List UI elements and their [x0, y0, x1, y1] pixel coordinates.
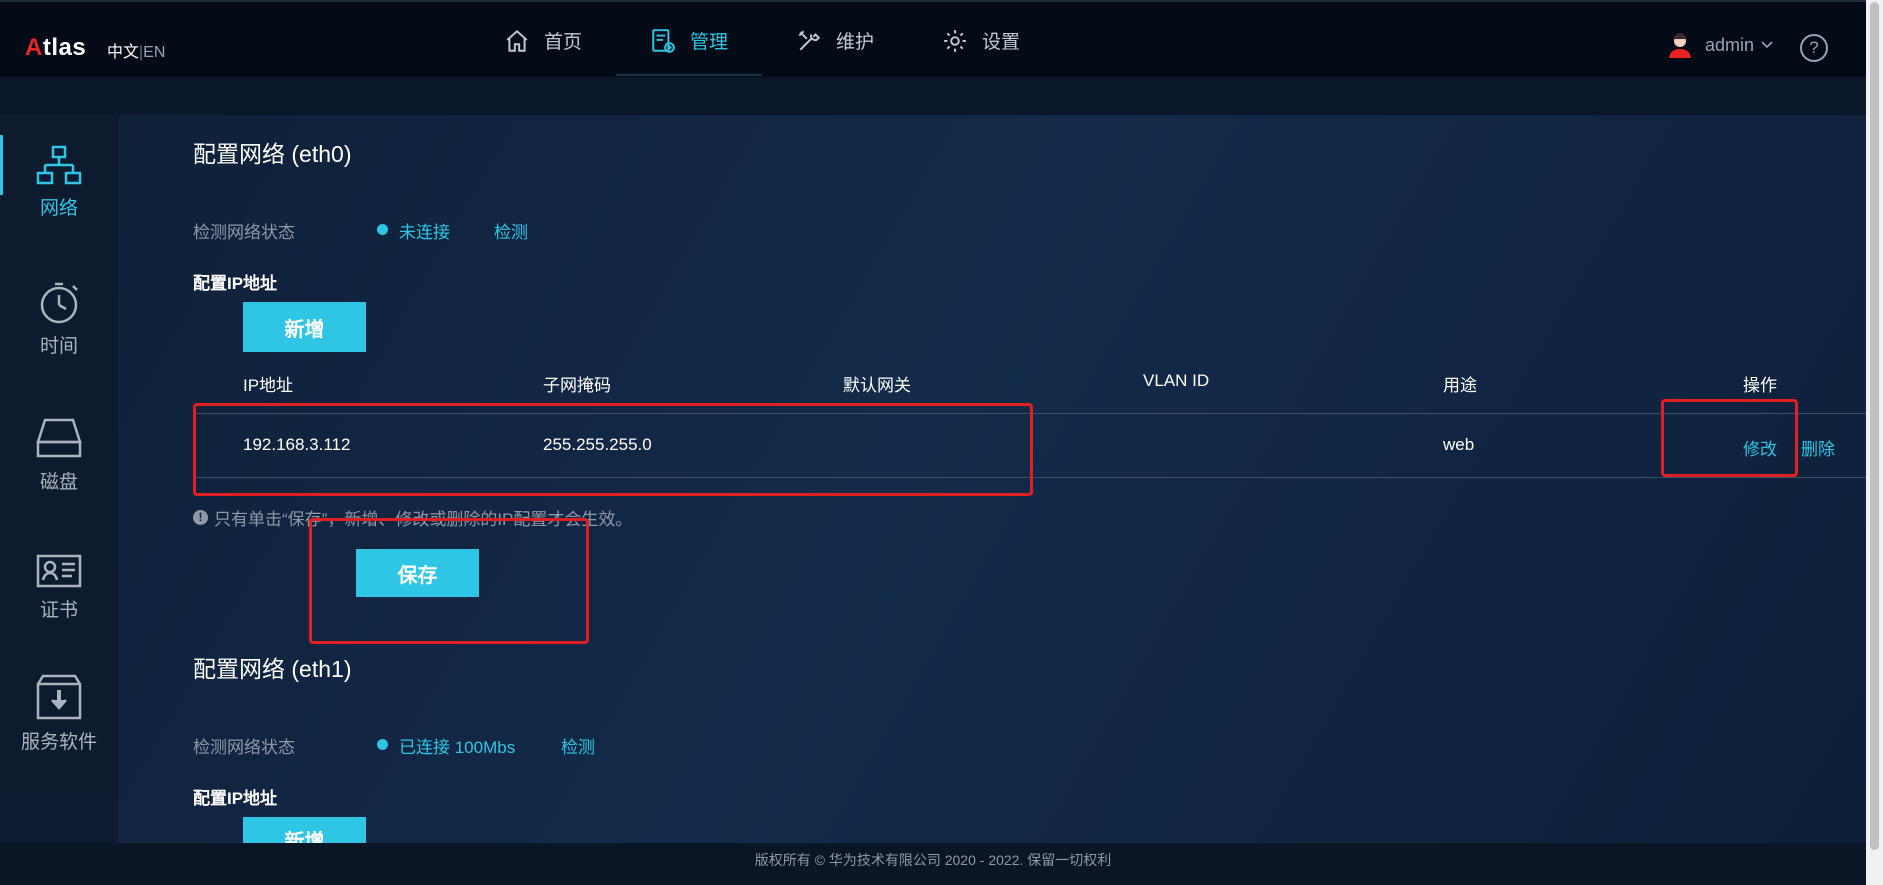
col-mask: 子网掩码: [543, 376, 611, 395]
col-gateway: 默认网关: [843, 376, 911, 395]
highlight-box-edit: [1661, 399, 1798, 477]
nav-manage[interactable]: 管理: [616, 2, 763, 79]
eth1-status-dot: [377, 739, 388, 750]
lang-en[interactable]: EN: [143, 44, 165, 61]
language-switch: 中文|EN: [107, 44, 166, 61]
footer: 版权所有 © 华为技术有限公司 2020 - 2022. 保留一切权利: [0, 843, 1866, 885]
network-icon: [36, 145, 82, 185]
eth1-status-label: 检测网络状态: [193, 738, 295, 757]
row-usage: web: [1443, 435, 1475, 454]
nav-settings[interactable]: 设置: [908, 2, 1054, 79]
eth0-status-value: 未连接: [399, 223, 450, 242]
lang-zh[interactable]: 中文: [107, 44, 139, 61]
eth1-title: 配置网络 (eth1): [193, 656, 352, 682]
highlight-box-save: [309, 518, 589, 644]
col-vlan: VLAN ID: [1143, 371, 1210, 390]
sidebar: 网络 时间 磁盘 证书 服务软件: [0, 115, 118, 792]
eth1-ip-section-label: 配置IP地址: [193, 789, 278, 808]
help-icon[interactable]: ?: [1800, 34, 1828, 62]
sidebar-item-service-software[interactable]: 服务软件: [0, 673, 118, 754]
col-actions: 操作: [1743, 376, 1777, 395]
eth0-detect-link[interactable]: 检测: [494, 218, 528, 243]
eth0-ip-section-label: 配置IP地址: [193, 274, 278, 293]
sidebar-item-disk[interactable]: 磁盘: [0, 417, 118, 494]
scrollbar[interactable]: [1866, 0, 1883, 885]
col-usage: 用途: [1443, 376, 1477, 395]
eth1-add-button[interactable]: 新增: [243, 817, 366, 843]
wrench-icon: [798, 30, 821, 50]
eth0-title: 配置网络 (eth0): [193, 141, 352, 167]
chevron-down-icon: [1761, 41, 1773, 49]
disk-icon: [36, 418, 82, 458]
eth1-status-value: 已连接 100Mbs: [399, 738, 516, 757]
manage-icon: [652, 28, 675, 53]
eth0-status-dot: [377, 224, 388, 235]
col-ip: IP地址: [243, 376, 294, 395]
gear-icon: [944, 29, 966, 52]
sub-header-band: [0, 77, 1866, 115]
eth0-add-button[interactable]: 新增: [243, 302, 366, 352]
avatar: [1669, 33, 1691, 58]
username: admin: [1705, 34, 1755, 55]
download-box-icon: [36, 674, 82, 720]
sidebar-item-network[interactable]: 网络: [0, 135, 118, 220]
main-nav: 首页 管理 维护 设置: [470, 2, 1054, 79]
home-icon: [506, 29, 528, 52]
eth1-detect-link[interactable]: 检测: [561, 733, 595, 758]
info-icon: !: [193, 510, 208, 525]
eth0-status-label: 检测网络状态: [193, 223, 295, 242]
scrollbar-thumb[interactable]: [1870, 2, 1879, 850]
nav-maintain[interactable]: 维护: [762, 2, 908, 79]
user-menu[interactable]: admin: [1667, 32, 1774, 58]
nav-home[interactable]: 首页: [470, 2, 616, 79]
clock-icon: [40, 282, 78, 324]
highlight-box-ip-row: [193, 403, 1033, 496]
sidebar-item-time[interactable]: 时间: [0, 281, 118, 358]
sidebar-item-certificate[interactable]: 证书: [0, 553, 118, 622]
certificate-icon: [36, 554, 82, 588]
top-bar: Atlas 中文|EN 首页 管理 维护 设置 admin ?: [0, 0, 1866, 79]
row-delete-link[interactable]: 删除: [1801, 435, 1835, 460]
atlas-logo[interactable]: Atlas: [25, 34, 86, 62]
